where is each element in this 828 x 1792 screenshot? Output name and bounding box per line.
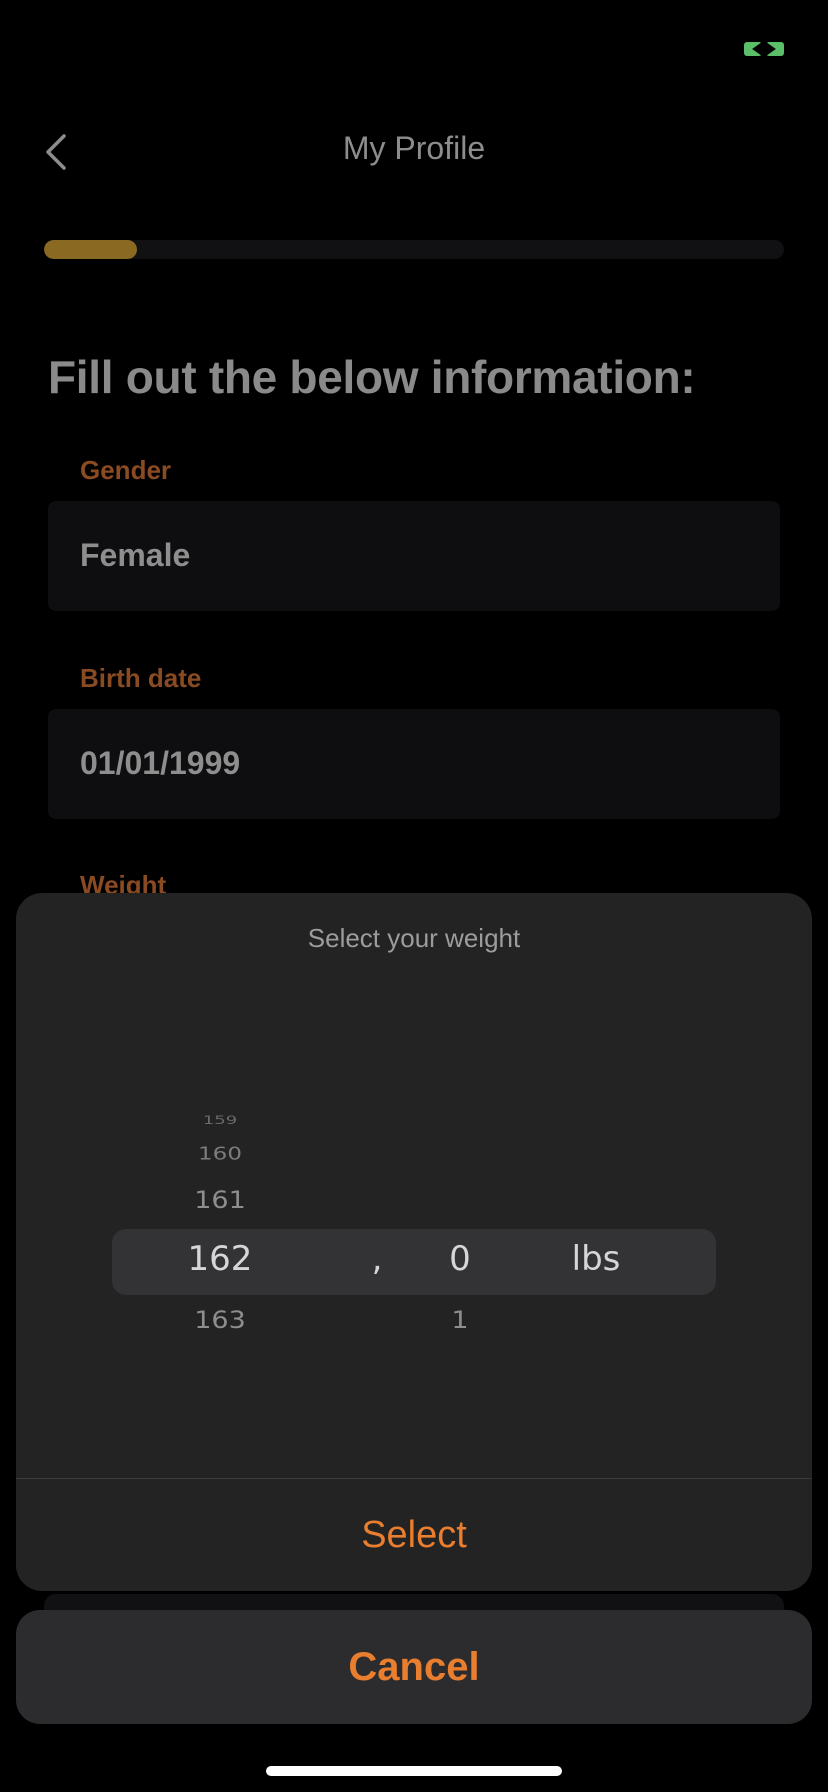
gender-label: Gender bbox=[80, 455, 172, 485]
whole-number-option[interactable]: 159 bbox=[170, 1114, 270, 1127]
decimal-separator: , bbox=[371, 1239, 383, 1279]
home-indicator[interactable] bbox=[266, 1766, 562, 1776]
decimal-selected-value: 0 bbox=[449, 1239, 471, 1279]
picker-title: Select your weight bbox=[307, 923, 521, 953]
whole-number-option[interactable]: 161 bbox=[170, 1187, 270, 1214]
page-title: My Profile bbox=[342, 130, 486, 166]
battery-icon bbox=[744, 40, 784, 58]
whole-selected-value: 162 bbox=[187, 1239, 253, 1279]
cancel-button[interactable]: Cancel bbox=[16, 1610, 812, 1724]
progress-fill bbox=[44, 240, 137, 259]
gender-value: Female bbox=[80, 537, 191, 573]
weight-picker-sheet: Select your weight 159160161163164165 12… bbox=[16, 893, 812, 1591]
whole-number-option[interactable]: 160 bbox=[170, 1144, 270, 1164]
select-button[interactable]: Select bbox=[16, 1479, 812, 1591]
birth-date-label: Birth date bbox=[80, 663, 202, 693]
whole-number-option[interactable]: 163 bbox=[170, 1307, 270, 1334]
decimal-wheel[interactable]: 123 bbox=[410, 1083, 510, 1343]
decimal-option[interactable]: 1 bbox=[410, 1307, 510, 1334]
birth-date-value: 01/01/1999 bbox=[80, 745, 241, 781]
gender-field[interactable]: Female bbox=[48, 501, 780, 611]
progress-bar bbox=[44, 240, 784, 259]
form-heading: Fill out the below information: bbox=[48, 351, 696, 403]
whole-number-wheel[interactable]: 159160161163164165 bbox=[170, 1083, 270, 1343]
unit-label: lbs bbox=[571, 1239, 621, 1279]
birth-date-field[interactable]: 01/01/1999 bbox=[48, 709, 780, 819]
